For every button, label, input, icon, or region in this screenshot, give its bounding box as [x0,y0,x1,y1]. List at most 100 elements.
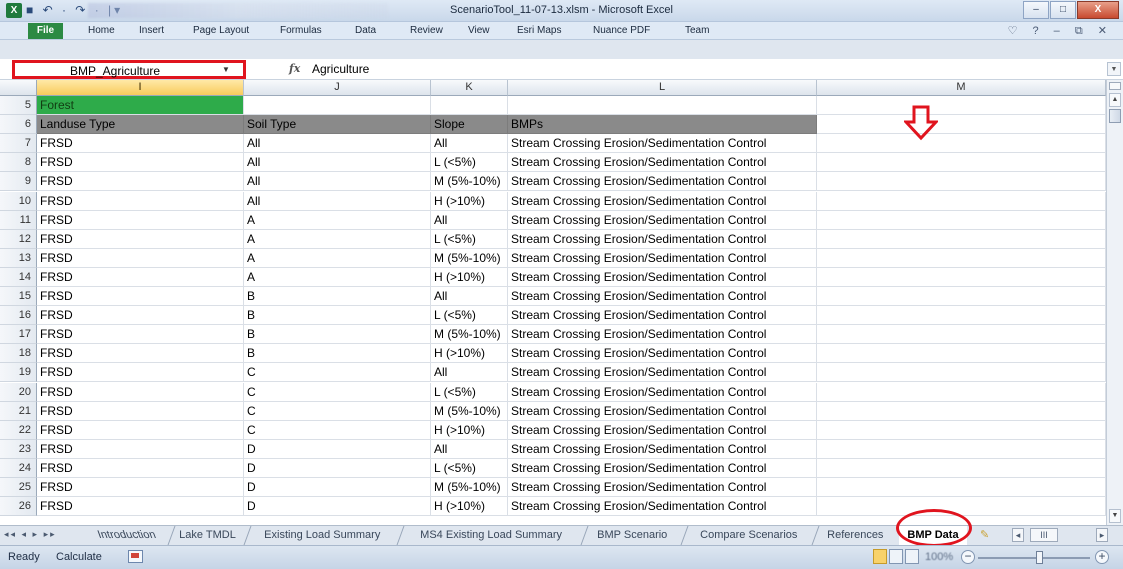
tab-review[interactable]: Review [410,25,443,36]
cell-i[interactable]: FRSD [37,478,244,498]
tab-data[interactable]: Data [355,25,376,36]
tab-home[interactable]: Home [88,25,115,36]
tab-file[interactable]: File [28,23,63,39]
name-box[interactable]: BMP_Agriculture ▼ [12,60,246,79]
row-header[interactable]: 7 [0,134,37,154]
cell-j[interactable]: All [244,134,431,154]
cell-j[interactable]: D [244,478,431,498]
maximize-button[interactable]: □ [1050,1,1076,19]
cell-l[interactable]: Stream Crossing Erosion/Sedimentation Co… [508,401,817,421]
spreadsheet-grid[interactable]: I J K L M 5 Forest 6 Landuse Type Soil Type S… [0,80,1106,525]
cell-j[interactable]: C [244,363,431,383]
column-header-i[interactable]: I [37,80,244,96]
cell-i[interactable]: FRSD [37,153,244,173]
column-header-m[interactable]: M [817,80,1106,96]
row-header[interactable]: 21 [0,401,37,421]
ribbon-window-controls[interactable]: ♡ ? – ⧉ ✕ [1008,24,1113,38]
cell-k[interactable]: H (>10%) [431,191,508,211]
cell-k[interactable]: All [431,287,508,307]
expand-formula-bar-button[interactable]: ▼ [1107,62,1121,76]
cell-k[interactable]: L (<5%) [431,229,508,249]
minimize-button[interactable]: – [1023,1,1049,19]
cell-i[interactable]: FRSD [37,344,244,364]
cell-i[interactable]: FRSD [37,497,244,517]
sheet-tab-references[interactable]: References [811,526,899,545]
cell-i[interactable]: FRSD [37,382,244,402]
horizontal-scrollbar[interactable]: ◂ III ▸ [998,528,1118,542]
tab-insert[interactable]: Insert [139,25,164,36]
cell-k[interactable]: H (>10%) [431,344,508,364]
row-header[interactable]: 6 [0,115,37,135]
row-header[interactable]: 20 [0,382,37,402]
cell-m[interactable] [817,363,1106,383]
sheet-tab-existing-load-summary[interactable]: Existing Load Summary [243,526,401,545]
cell-j[interactable]: B [244,344,431,364]
cell-m[interactable] [817,420,1106,440]
cell-m[interactable] [817,458,1106,478]
cell-k[interactable]: M (5%-10%) [431,248,508,268]
cell-l[interactable]: Stream Crossing Erosion/Sedimentation Co… [508,478,817,498]
cell-k[interactable]: M (5%-10%) [431,172,508,192]
chevron-down-icon[interactable]: ▼ [222,65,230,74]
normal-view-button[interactable] [873,549,887,564]
row-header[interactable]: 15 [0,287,37,307]
cell-l[interactable]: Stream Crossing Erosion/Sedimentation Co… [508,248,817,268]
tab-nuance-pdf[interactable]: Nuance PDF [593,25,650,36]
cell-i[interactable]: FRSD [37,363,244,383]
cell-l[interactable]: Stream Crossing Erosion/Sedimentation Co… [508,363,817,383]
row-header[interactable]: 18 [0,344,37,364]
scroll-right-button[interactable]: ▸ [1096,528,1108,542]
cell-k[interactable]: All [431,363,508,383]
tab-esri-maps[interactable]: Esri Maps [517,25,561,36]
close-button[interactable]: X [1077,1,1119,19]
cell-l[interactable]: Stream Crossing Erosion/Sedimentation Co… [508,344,817,364]
cell-k[interactable] [431,96,508,116]
cell-k[interactable]: M (5%-10%) [431,325,508,345]
row-header[interactable]: 25 [0,478,37,498]
cell-j[interactable]: D [244,458,431,478]
cell-m[interactable] [817,210,1106,230]
row-header[interactable]: 10 [0,191,37,211]
row-header[interactable]: 13 [0,248,37,268]
cell-l[interactable]: Stream Crossing Erosion/Sedimentation Co… [508,210,817,230]
cell-k[interactable]: M (5%-10%) [431,478,508,498]
cell-j[interactable]: Soil Type [244,115,431,135]
zoom-slider-thumb[interactable] [1036,551,1043,564]
cell-i[interactable]: FRSD [37,420,244,440]
cell-k[interactable]: L (<5%) [431,306,508,326]
row-header[interactable]: 16 [0,306,37,326]
cell-j[interactable]: B [244,306,431,326]
cell-m[interactable] [817,191,1106,211]
cell-l[interactable]: Stream Crossing Erosion/Sedimentation Co… [508,306,817,326]
tab-formulas[interactable]: Formulas [280,25,322,36]
cell-i[interactable]: Forest [37,96,244,116]
cell-j[interactable]: B [244,287,431,307]
cell-i[interactable]: FRSD [37,248,244,268]
cell-l[interactable]: Stream Crossing Erosion/Sedimentation Co… [508,191,817,211]
tab-view[interactable]: View [468,25,490,36]
cell-j[interactable]: All [244,153,431,173]
cell-m[interactable] [817,401,1106,421]
cell-l[interactable]: Stream Crossing Erosion/Sedimentation Co… [508,382,817,402]
cell-m[interactable] [817,248,1106,268]
sheet-tab-ms4-existing-load-summary[interactable]: MS4 Existing Load Summary [396,526,584,545]
cell-m[interactable] [817,134,1106,154]
sheet-tab-bmp-scenario[interactable]: BMP Scenario [580,526,684,545]
cell-j[interactable]: A [244,210,431,230]
cell-k[interactable]: H (>10%) [431,267,508,287]
cell-k[interactable]: H (>10%) [431,497,508,517]
sheet-tab-lake-tmdl[interactable]: Lake TMDL [167,526,247,545]
function-icon[interactable]: fx [289,62,300,75]
cell-k[interactable]: All [431,134,508,154]
cell-m[interactable] [817,439,1106,459]
zoom-out-button[interactable]: − [961,550,975,564]
cell-m[interactable] [817,306,1106,326]
scroll-up-button[interactable]: ▲ [1109,93,1121,107]
row-header[interactable]: 22 [0,420,37,440]
row-header[interactable]: 5 [0,96,37,116]
cell-l[interactable]: Stream Crossing Erosion/Sedimentation Co… [508,134,817,154]
cell-j[interactable]: B [244,325,431,345]
row-header[interactable]: 12 [0,229,37,249]
row-header[interactable]: 14 [0,267,37,287]
sheet-navigation-buttons[interactable]: ◂◂ ◂ ▸ ▸▸ [4,529,57,540]
